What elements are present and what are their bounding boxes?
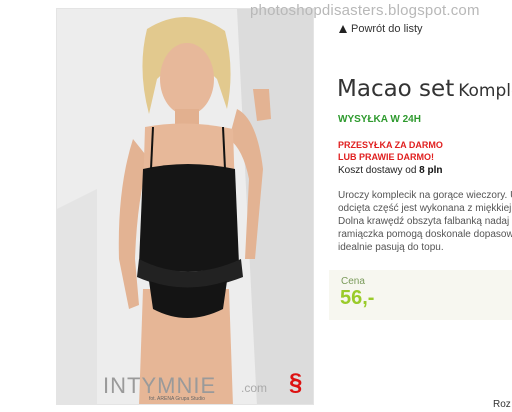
promo-line-2: LUB PRAWIE DARMO!: [338, 152, 434, 162]
delivery-cost-value: 8 pln: [419, 165, 443, 176]
delivery-cost-label: Koszt dostawy od: [338, 165, 417, 176]
free-shipping-promo: PRZESYŁKA ZA DARMO LUB PRAWIE DARMO!: [338, 139, 443, 163]
model-illustration: [57, 9, 313, 404]
description-line: idealnie pasują do topu.: [338, 242, 444, 253]
back-link-label: Powrót do listy: [351, 23, 423, 35]
watermark: photoshopdisasters.blogspot.com: [250, 2, 480, 19]
shipping-badge: WYSYŁKA W 24H: [338, 114, 421, 125]
brand-logo-icon: §: [289, 369, 303, 396]
description-line: odcięta część jest wykonana z miękkiej: [338, 203, 512, 214]
price-label: Cena: [341, 276, 365, 287]
brand-logo-suffix: .com: [241, 381, 268, 395]
back-to-list-link[interactable]: Powrót do listy: [339, 23, 423, 35]
description-line: ramiączka pomogą doskonale dopasow: [338, 229, 512, 240]
price-value: 56,-: [340, 287, 375, 309]
product-name: Macao set: [337, 76, 455, 102]
product-photo[interactable]: INTYMNIE .com § fot. ARENA Grupa Studio: [56, 8, 314, 405]
description-line: Dolna krawędź obszyta falbanką nadaj: [338, 216, 510, 227]
footer-partial-link[interactable]: Roz: [493, 399, 511, 410]
delivery-cost: Koszt dostawy od 8 pln: [338, 165, 443, 176]
photo-credit: fot. ARENA Grupa Studio: [149, 396, 205, 402]
product-title: Macao setKomplet: [337, 76, 512, 102]
promo-line-1: PRZESYŁKA ZA DARMO: [338, 140, 443, 150]
up-arrow-icon: [339, 25, 347, 33]
product-subtitle: Komplet: [458, 81, 512, 101]
product-description: Uroczy komplecik na gorące wieczory. U o…: [338, 189, 512, 254]
description-line: Uroczy komplecik na gorące wieczory. U: [338, 190, 512, 201]
